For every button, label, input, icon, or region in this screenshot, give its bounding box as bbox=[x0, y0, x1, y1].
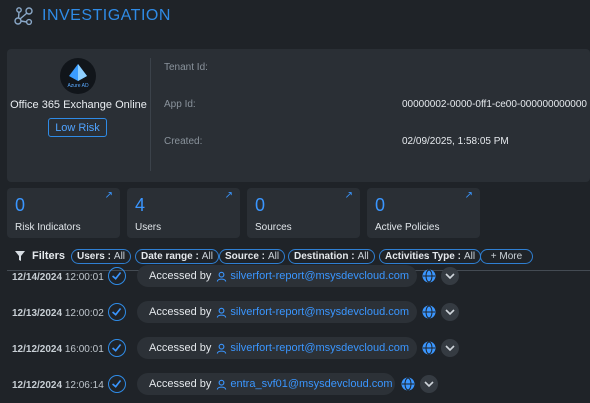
chevron-down-icon bbox=[445, 309, 455, 316]
event-date: 12/12/2024 bbox=[12, 380, 63, 391]
activity-action: Accessed by bbox=[149, 342, 212, 354]
chip-name: Destination : bbox=[294, 251, 355, 262]
user-icon bbox=[217, 343, 227, 354]
event-time: 12:06:14 bbox=[64, 380, 104, 391]
check-circle-icon[interactable] bbox=[108, 303, 126, 321]
users-filter-chip[interactable]: Users : All bbox=[71, 249, 132, 264]
chip-name: Date range : bbox=[141, 251, 199, 262]
activities-type-filter-chip[interactable]: Activities Type : All bbox=[379, 249, 482, 264]
app-id-label: App Id: bbox=[164, 99, 196, 110]
event-timestamp: 12/13/2024 12:00:02 bbox=[12, 308, 104, 319]
chip-value: All bbox=[463, 251, 476, 262]
event-time: 12:00:02 bbox=[64, 308, 104, 319]
globe-icon[interactable] bbox=[401, 377, 415, 391]
activity-action: Accessed by bbox=[149, 270, 212, 282]
activity-row: 12/13/2024 12:00:02 Accessed by silverfo… bbox=[0, 301, 590, 329]
globe-icon[interactable] bbox=[422, 269, 436, 283]
chip-name: Users : bbox=[77, 251, 111, 262]
open-arrow-icon[interactable]: ↗ bbox=[345, 190, 353, 201]
application-name: Office 365 Exchange Online bbox=[10, 99, 147, 111]
globe-icon[interactable] bbox=[422, 341, 436, 355]
users-tile[interactable]: 4 Users ↗ bbox=[127, 188, 240, 238]
chevron-down-icon bbox=[445, 345, 455, 352]
open-arrow-icon[interactable]: ↗ bbox=[225, 190, 233, 201]
globe-icon[interactable] bbox=[422, 305, 436, 319]
event-date: 12/13/2024 bbox=[12, 308, 63, 319]
check-circle-icon[interactable] bbox=[108, 267, 126, 285]
open-arrow-icon[interactable]: ↗ bbox=[465, 190, 473, 201]
stat-count: 0 bbox=[15, 195, 26, 215]
chip-value: All bbox=[357, 251, 369, 262]
tenant-id-label: Tenant Id: bbox=[164, 62, 208, 73]
stat-label: Active Policies bbox=[375, 222, 440, 233]
event-date: 12/14/2024 bbox=[12, 272, 63, 283]
event-timestamp: 12/14/2024 12:00:01 bbox=[12, 272, 104, 283]
activity-action: Accessed by bbox=[149, 306, 212, 318]
activity-pill[interactable]: Accessed by silverfort-report@msysdevclo… bbox=[137, 265, 417, 287]
filter-funnel-icon bbox=[15, 251, 25, 261]
user-icon bbox=[217, 379, 227, 390]
activity-row: 12/12/2024 12:06:14 Accessed by entra_sv… bbox=[0, 373, 590, 401]
chevron-down-icon bbox=[424, 381, 434, 388]
activity-pill[interactable]: Accessed by silverfort-report@msysdevclo… bbox=[137, 337, 417, 359]
page-title: INVESTIGATION bbox=[42, 7, 171, 24]
activity-pill[interactable]: Accessed by silverfort-report@msysdevclo… bbox=[137, 301, 417, 323]
event-time: 12:00:01 bbox=[64, 272, 104, 283]
user-link[interactable]: entra_svf01@msysdevcloud.com bbox=[230, 378, 392, 390]
date-range-filter-chip[interactable]: Date range : All bbox=[135, 249, 219, 264]
chip-value: All bbox=[201, 251, 213, 262]
risk-level-button[interactable]: Low Risk bbox=[48, 118, 107, 137]
risk-indicators-tile[interactable]: 0 Risk Indicators ↗ bbox=[7, 188, 120, 238]
expand-row-button[interactable] bbox=[420, 375, 438, 393]
expand-row-button[interactable] bbox=[441, 267, 459, 285]
event-timestamp: 12/12/2024 16:00:01 bbox=[12, 344, 104, 355]
created-label: Created: bbox=[164, 136, 203, 147]
activity-action: Accessed by bbox=[149, 378, 212, 390]
stat-label: Sources bbox=[255, 222, 292, 233]
activity-row: 12/14/2024 12:00:01 Accessed by silverfo… bbox=[0, 265, 590, 293]
vertical-divider bbox=[150, 58, 151, 171]
investigation-graph-icon bbox=[14, 7, 33, 26]
created-value: 02/09/2025, 1:58:05 PM bbox=[402, 136, 509, 147]
event-time: 16:00:01 bbox=[64, 344, 104, 355]
chip-value: All bbox=[113, 251, 126, 262]
chip-name: Source : bbox=[225, 251, 266, 262]
chevron-down-icon bbox=[445, 273, 455, 280]
user-link[interactable]: silverfort-report@msysdevcloud.com bbox=[230, 342, 409, 354]
active-policies-tile[interactable]: 0 Active Policies ↗ bbox=[367, 188, 480, 238]
destination-filter-chip[interactable]: Destination : All bbox=[288, 249, 375, 264]
stat-label: Users bbox=[135, 222, 162, 233]
check-circle-icon[interactable] bbox=[108, 339, 126, 357]
app-id-value: 00000002-0000-0ff1-ce00-000000000000 bbox=[402, 99, 587, 110]
application-card: Azure AD Office 365 Exchange Online Low … bbox=[7, 49, 590, 182]
page-header: INVESTIGATION bbox=[0, 0, 590, 40]
more-filters-button[interactable]: + More bbox=[480, 249, 533, 264]
user-link[interactable]: silverfort-report@msysdevcloud.com bbox=[230, 270, 409, 282]
source-filter-chip[interactable]: Source : All bbox=[219, 249, 286, 264]
stat-count: 4 bbox=[135, 195, 146, 215]
expand-row-button[interactable] bbox=[441, 339, 459, 357]
expand-row-button[interactable] bbox=[441, 303, 459, 321]
sources-tile[interactable]: 0 Sources ↗ bbox=[247, 188, 360, 238]
azure-ad-logo: Azure AD bbox=[60, 58, 96, 94]
logo-label: Azure AD bbox=[67, 83, 89, 89]
activity-pill[interactable]: Accessed by entra_svf01@msysdevcloud.com bbox=[137, 373, 395, 395]
chip-value: All bbox=[268, 251, 280, 262]
user-icon bbox=[217, 271, 227, 282]
stat-count: 0 bbox=[375, 195, 386, 215]
activity-row: 12/12/2024 16:00:01 Accessed by silverfo… bbox=[0, 337, 590, 365]
application-summary: Azure AD Office 365 Exchange Online Low … bbox=[7, 49, 150, 182]
event-timestamp: 12/12/2024 12:06:14 bbox=[12, 380, 104, 391]
chip-name: Activities Type : bbox=[385, 251, 461, 262]
check-circle-icon[interactable] bbox=[108, 375, 126, 393]
event-date: 12/12/2024 bbox=[12, 344, 63, 355]
user-icon bbox=[217, 307, 227, 318]
open-arrow-icon[interactable]: ↗ bbox=[105, 190, 113, 201]
stat-count: 0 bbox=[255, 195, 266, 215]
user-link[interactable]: silverfort-report@msysdevcloud.com bbox=[230, 306, 409, 318]
filters-title: Filters bbox=[32, 250, 66, 262]
stat-label: Risk Indicators bbox=[15, 222, 81, 233]
